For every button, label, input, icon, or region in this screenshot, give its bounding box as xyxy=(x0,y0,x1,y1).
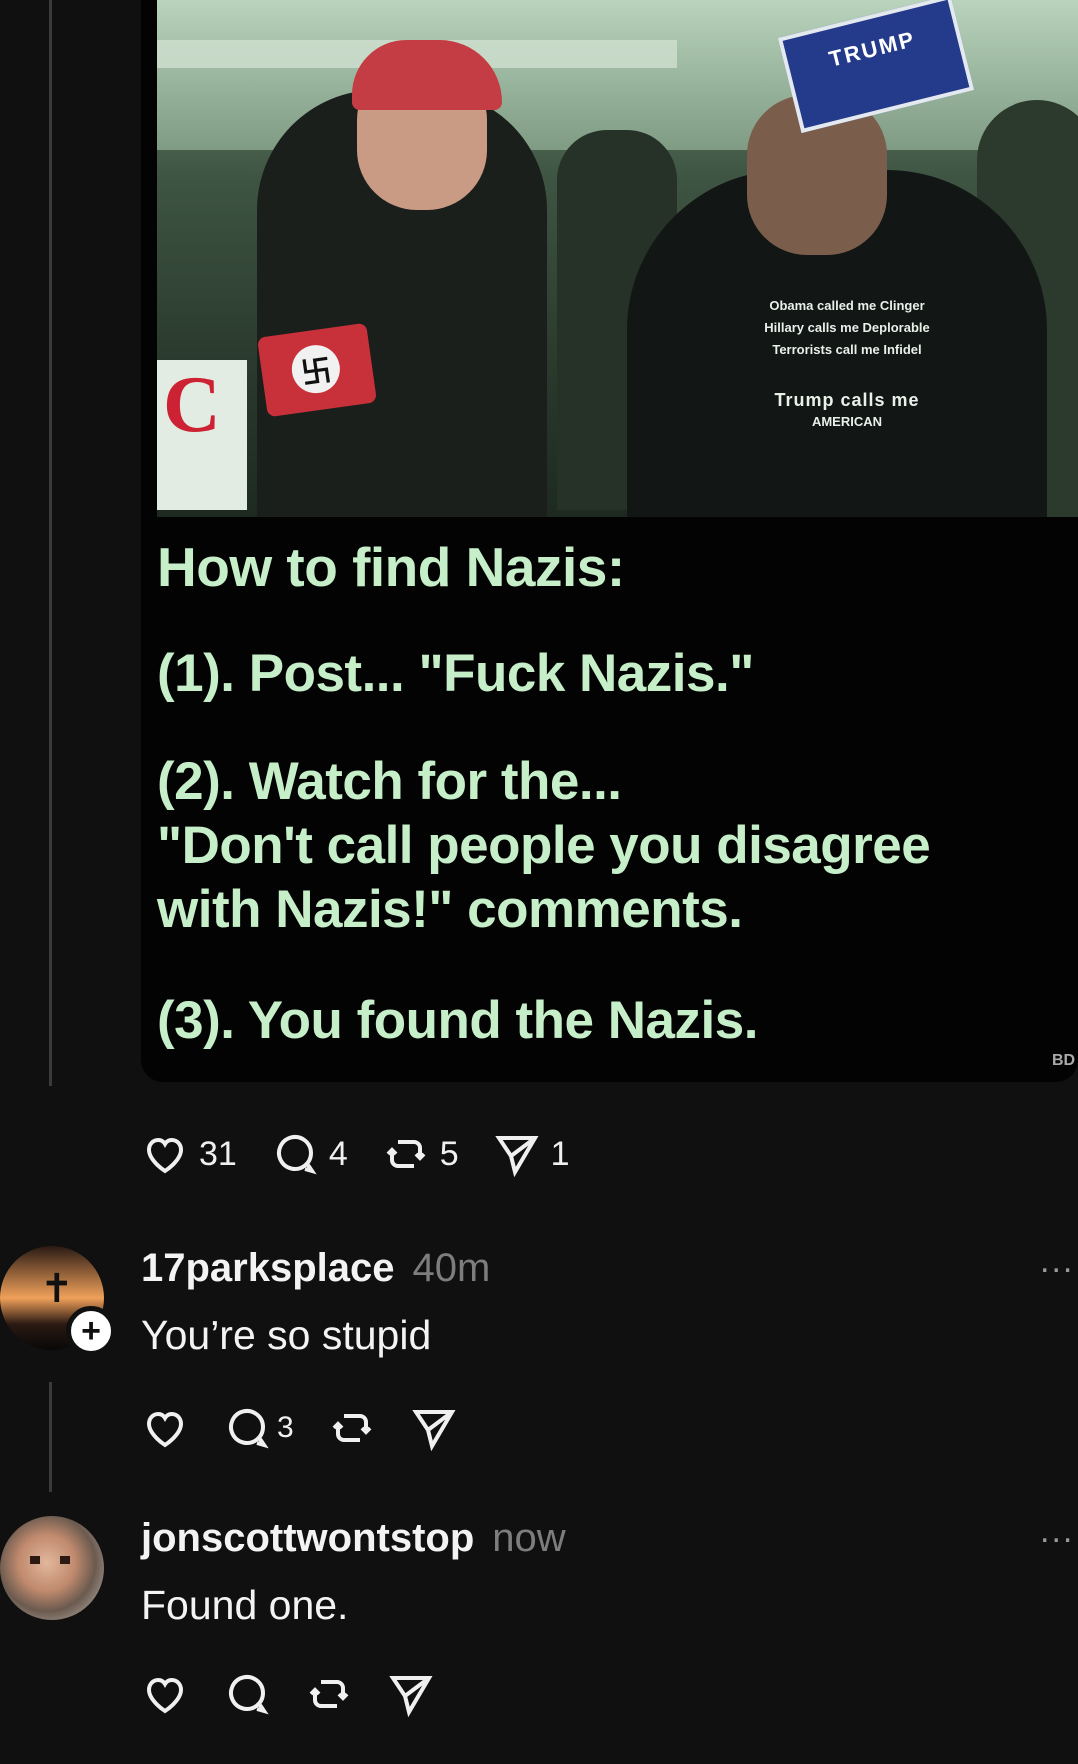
heart-icon xyxy=(146,1411,184,1448)
reply-username[interactable]: 17parksplace 40m xyxy=(141,1246,490,1291)
repost-button[interactable] xyxy=(305,1670,353,1718)
meme-step-2-quote-1: "Don't call people you disagree xyxy=(157,816,931,875)
comment-icon xyxy=(276,1135,317,1175)
reply-time: now xyxy=(492,1516,566,1560)
post-actions: 31 4 5 1 xyxy=(141,1130,604,1178)
like-button[interactable]: 31 xyxy=(141,1130,237,1178)
follow-button[interactable]: + xyxy=(66,1306,116,1356)
reply-button[interactable]: 3 xyxy=(223,1404,294,1452)
meme-step-2-quote-2: with Nazis!" comments. xyxy=(157,880,743,939)
repost-icon xyxy=(386,1140,426,1168)
cross-icon: ✝ xyxy=(40,1267,74,1311)
meme-step-1: (1). Post... "Fuck Nazis." xyxy=(157,644,754,703)
reply-button[interactable] xyxy=(223,1670,271,1718)
watermark: BD xyxy=(1052,1052,1076,1069)
post-image[interactable]: C 卐 TRUMP Obama called me Clinger Hillar… xyxy=(141,0,1078,1082)
reply-count: 3 xyxy=(277,1411,294,1444)
meme-step-3: (3). You found the Nazis. xyxy=(157,991,758,1050)
share-icon xyxy=(494,1136,539,1178)
plus-icon: + xyxy=(81,1312,101,1350)
like-button[interactable] xyxy=(141,1404,189,1452)
reply-time: 40m xyxy=(412,1246,491,1290)
sign-left: C xyxy=(157,360,247,510)
reply-actions xyxy=(141,1670,469,1718)
repost-icon xyxy=(309,1680,349,1708)
like-count: 31 xyxy=(199,1134,237,1173)
repost-count: 5 xyxy=(439,1134,459,1173)
reply-text: You’re so stupid xyxy=(141,1312,432,1358)
more-icon[interactable]: ... xyxy=(1040,1512,1074,1551)
reply-button[interactable]: 4 xyxy=(271,1130,348,1178)
repost-button[interactable]: 5 xyxy=(382,1130,459,1178)
share-count: 1 xyxy=(550,1134,570,1173)
more-icon[interactable]: ... xyxy=(1040,1242,1074,1281)
share-icon xyxy=(389,1676,433,1718)
repost-button[interactable] xyxy=(328,1404,376,1452)
thread-line-main xyxy=(49,0,52,1086)
meme-step-2: (2). Watch for the... xyxy=(157,752,622,811)
share-icon xyxy=(411,1410,456,1452)
share-button[interactable]: 1 xyxy=(493,1130,570,1178)
share-button[interactable] xyxy=(387,1670,435,1718)
share-button[interactable] xyxy=(410,1404,458,1452)
heart-icon xyxy=(146,1677,184,1714)
heart-icon xyxy=(146,1137,184,1174)
meme-heading: How to find Nazis: xyxy=(157,536,625,598)
comment-icon xyxy=(229,1675,269,1715)
repost-icon xyxy=(332,1414,372,1442)
reply-text: Found one. xyxy=(141,1582,349,1628)
thread-line-reply xyxy=(49,1382,52,1492)
reply-actions: 3 xyxy=(141,1404,492,1452)
reply-count: 4 xyxy=(328,1134,348,1173)
comment-icon xyxy=(229,1409,269,1449)
protest-photo: C 卐 TRUMP Obama called me Clinger Hillar… xyxy=(157,0,1078,517)
avatar[interactable] xyxy=(0,1516,104,1620)
reply-username[interactable]: jonscottwontstop now xyxy=(141,1516,566,1561)
like-button[interactable] xyxy=(141,1670,189,1718)
shirt-text: Obama called me Clinger Hillary calls me… xyxy=(764,298,930,429)
armband: 卐 xyxy=(256,322,378,418)
